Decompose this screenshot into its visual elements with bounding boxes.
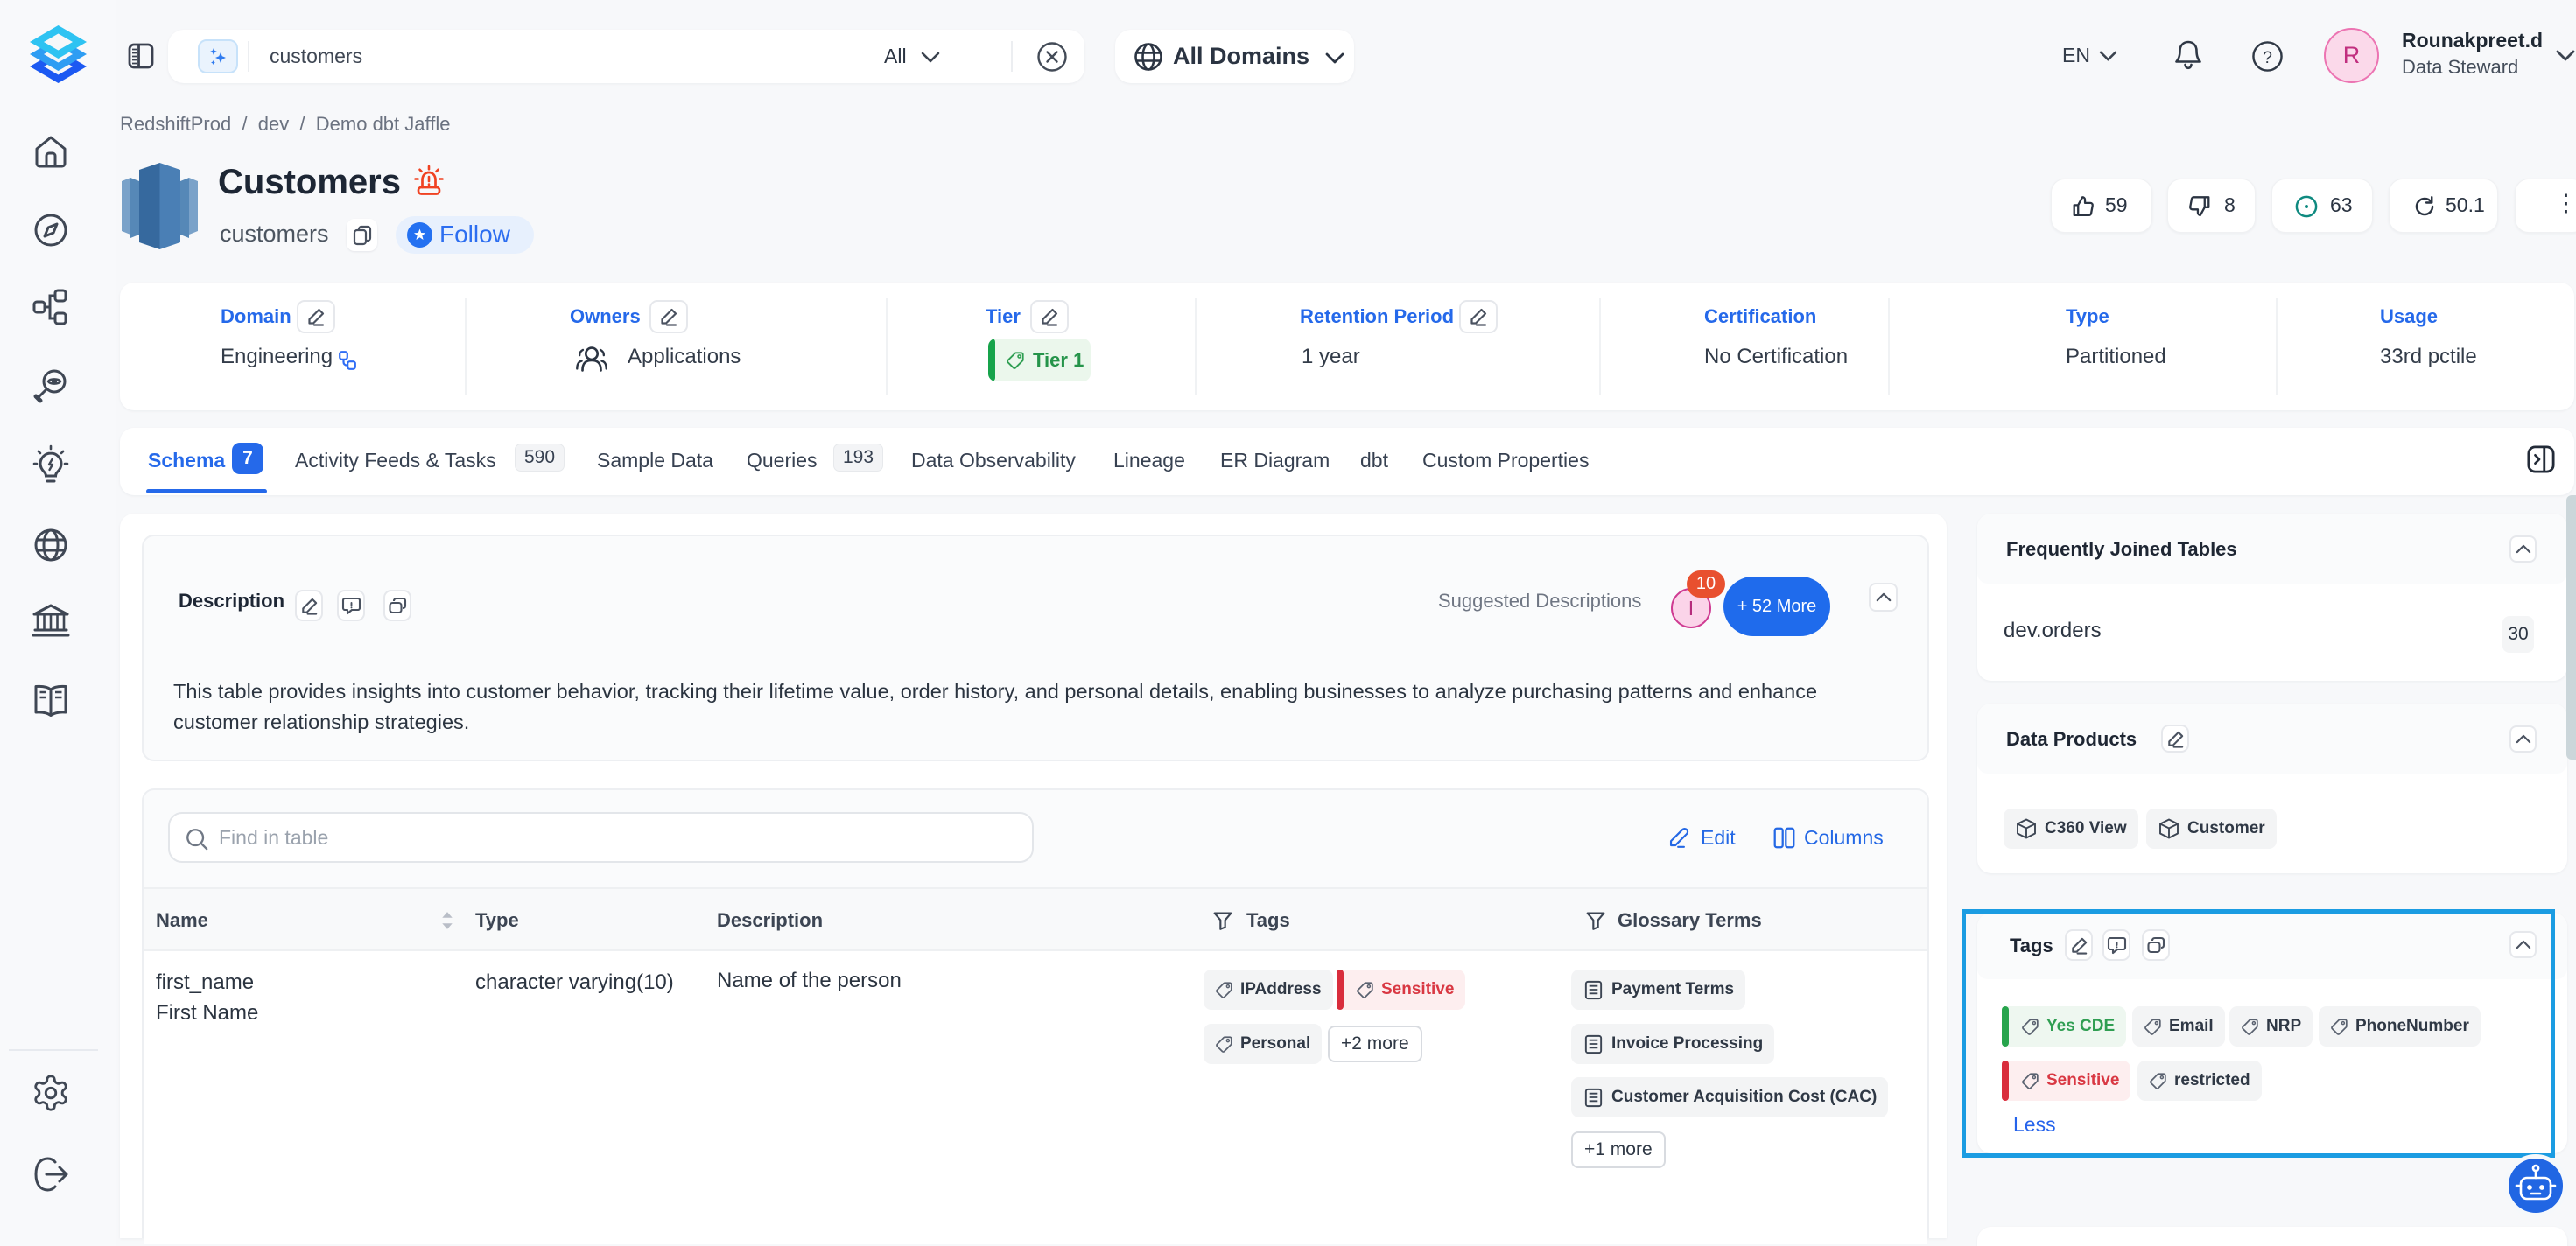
svg-text:?: ? (2263, 48, 2272, 67)
